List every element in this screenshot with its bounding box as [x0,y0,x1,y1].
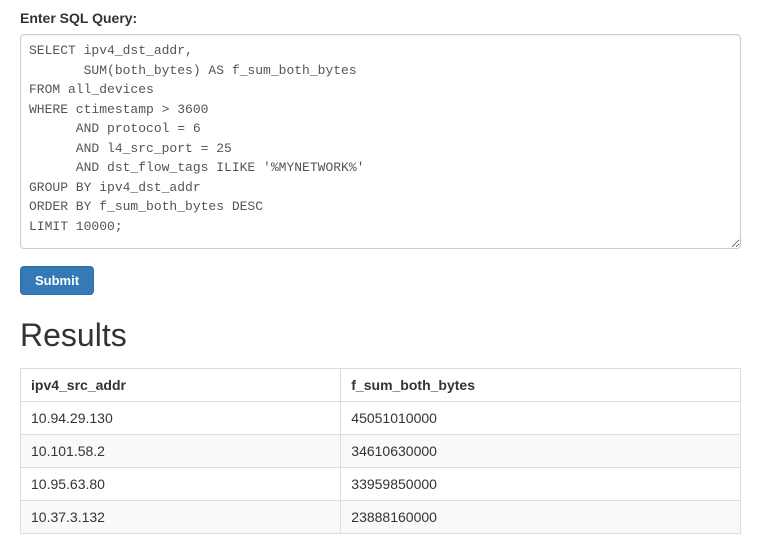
table-row: 10.95.63.8033959850000 [21,468,741,501]
table-body: 10.94.29.1304505101000010.101.58.2346106… [21,402,741,534]
table-header-row: ipv4_src_addr f_sum_both_bytes [21,369,741,402]
table-row: 10.101.58.234610630000 [21,435,741,468]
table-cell-addr: 10.101.58.2 [21,435,341,468]
table-cell-addr: 10.95.63.80 [21,468,341,501]
sql-query-input[interactable]: SELECT ipv4_dst_addr, SUM(both_bytes) AS… [20,34,741,249]
results-table: ipv4_src_addr f_sum_both_bytes 10.94.29.… [20,368,741,534]
table-cell-bytes: 23888160000 [341,501,741,534]
table-cell-bytes: 34610630000 [341,435,741,468]
table-header-cell: ipv4_src_addr [21,369,341,402]
query-form: Enter SQL Query: SELECT ipv4_dst_addr, S… [20,10,741,295]
submit-button[interactable]: Submit [20,266,94,295]
table-cell-addr: 10.37.3.132 [21,501,341,534]
table-row: 10.94.29.13045051010000 [21,402,741,435]
table-cell-addr: 10.94.29.130 [21,402,341,435]
results-heading: Results [20,317,741,354]
table-header-cell: f_sum_both_bytes [341,369,741,402]
table-cell-bytes: 45051010000 [341,402,741,435]
query-label: Enter SQL Query: [20,10,741,26]
table-row: 10.37.3.13223888160000 [21,501,741,534]
table-cell-bytes: 33959850000 [341,468,741,501]
